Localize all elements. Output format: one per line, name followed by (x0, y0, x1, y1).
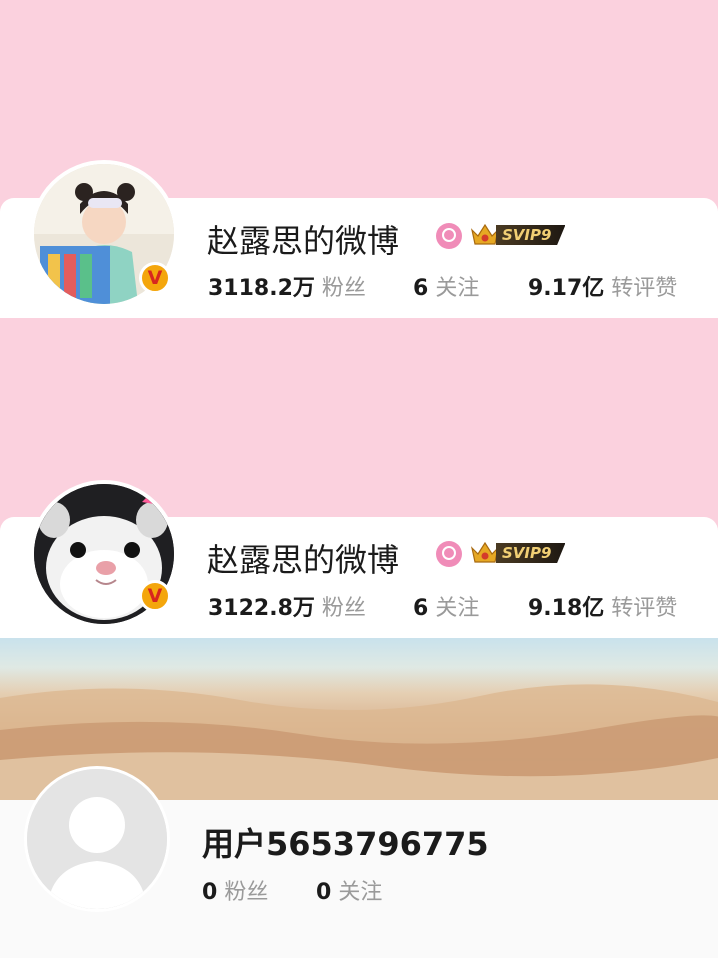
followers-label: 粉丝 (321, 276, 366, 301)
following-count: 6 (413, 276, 429, 301)
default-user-icon (27, 769, 167, 909)
engagement-label: 转评赞 (611, 276, 678, 301)
female-gender-icon (436, 541, 462, 567)
following-stat-2[interactable]: 6 关注 (413, 590, 479, 622)
followers-label: 粉丝 (224, 880, 269, 905)
engagement-count: 9.17亿 (528, 276, 605, 301)
following-count: 0 (316, 880, 332, 905)
engagement-stat-2[interactable]: 9.18亿 转评赞 (528, 590, 677, 622)
svip-label: SVIP9 (496, 543, 566, 563)
following-label: 关注 (435, 596, 480, 621)
crown-icon (470, 223, 500, 245)
profile-name-2[interactable]: 赵露思的微博 (207, 535, 399, 581)
profile-name-3[interactable]: 用户5653796775 (202, 819, 489, 865)
verified-badge-1: V (139, 262, 171, 294)
crown-icon (470, 541, 500, 563)
followers-count: 0 (202, 880, 218, 905)
profile-avatar-3[interactable] (24, 766, 170, 912)
followers-stat-2[interactable]: 3122.8万 粉丝 (208, 590, 366, 622)
svip-badge-1[interactable]: SVIP9 (470, 222, 566, 248)
followers-stat-1[interactable]: 3118.2万 粉丝 (208, 270, 366, 302)
followers-stat-3[interactable]: 0 粉丝 (202, 874, 268, 906)
following-stat-1[interactable]: 6 关注 (413, 270, 479, 302)
following-label: 关注 (338, 880, 383, 905)
profile-name-1[interactable]: 赵露思的微博 (207, 216, 399, 262)
engagement-stat-1[interactable]: 9.17亿 转评赞 (528, 270, 677, 302)
female-gender-icon (436, 223, 462, 249)
engagement-label: 转评赞 (611, 596, 678, 621)
following-stat-3[interactable]: 0 关注 (316, 874, 382, 906)
followers-label: 粉丝 (321, 596, 366, 621)
svip-label: SVIP9 (496, 225, 566, 245)
engagement-count: 9.18亿 (528, 596, 605, 621)
svip-badge-2[interactable]: SVIP9 (470, 540, 566, 566)
verified-badge-2: V (139, 580, 171, 612)
following-count: 6 (413, 596, 429, 621)
following-label: 关注 (435, 276, 480, 301)
followers-count: 3122.8万 (208, 596, 315, 621)
followers-count: 3118.2万 (208, 276, 315, 301)
